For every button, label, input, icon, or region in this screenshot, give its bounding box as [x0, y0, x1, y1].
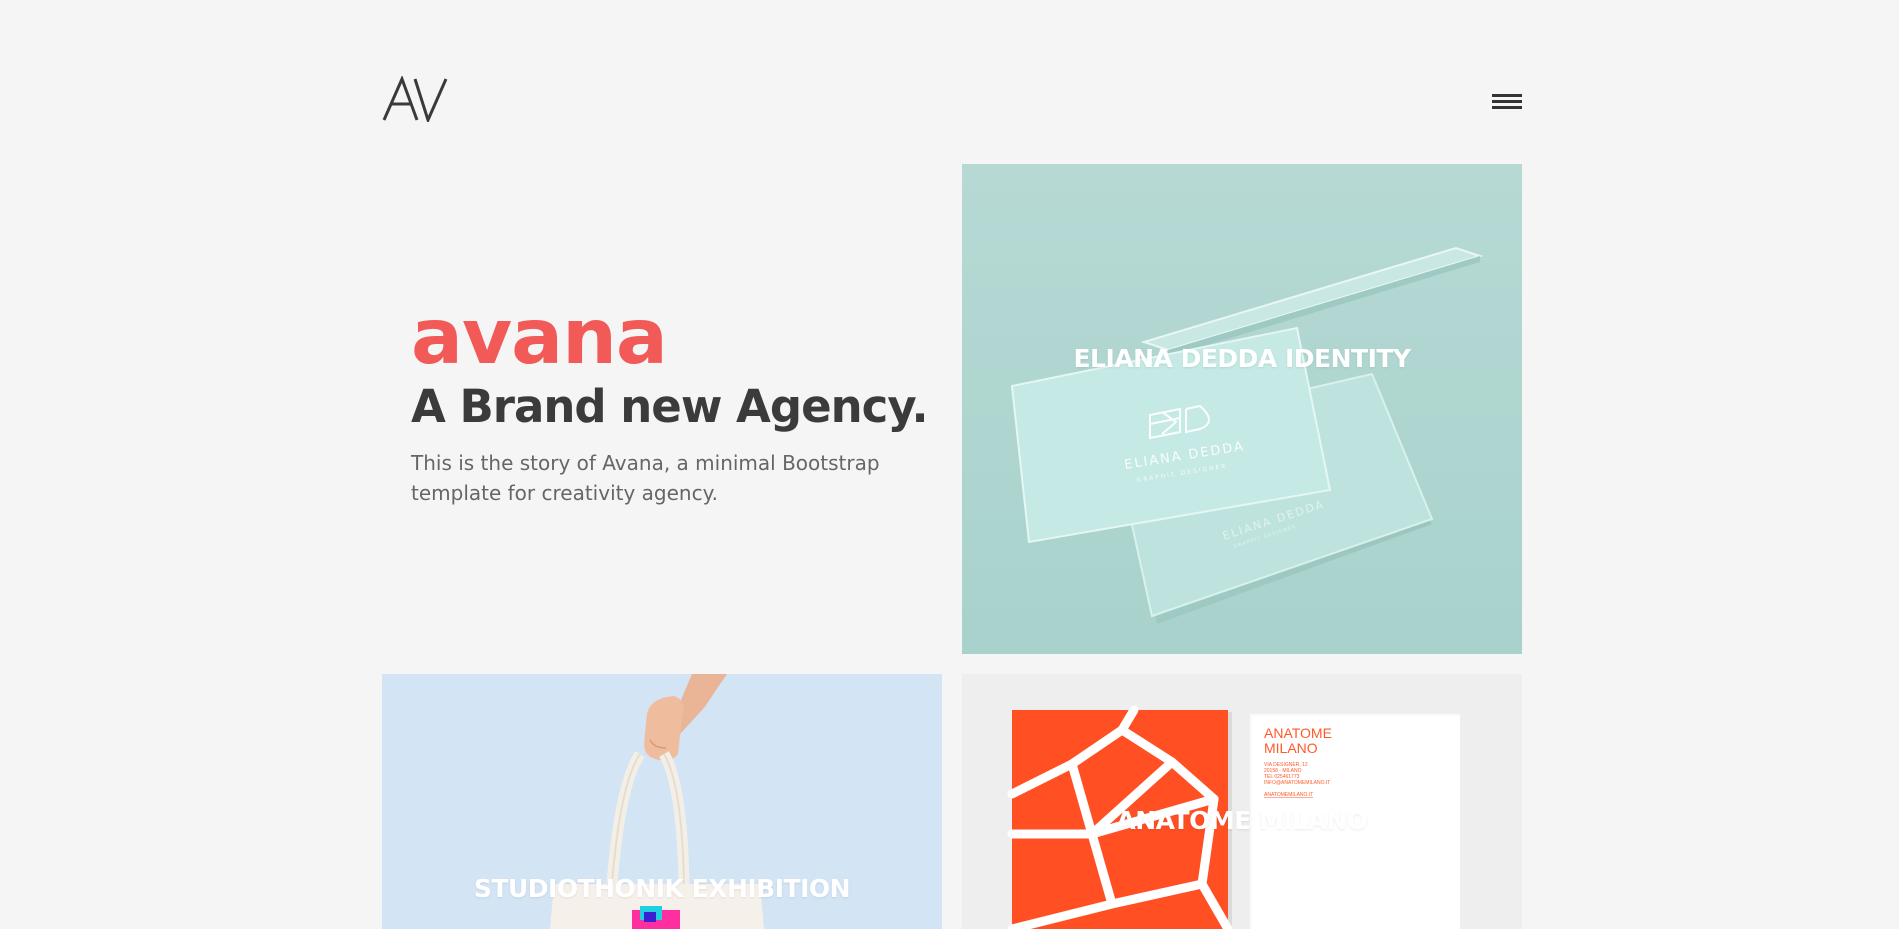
business-card-mockup-image: ELIANA DEDDA GRAPHIC DESIGNER ELIANA DED… — [1010, 246, 1484, 624]
svg-text:ANATOME: ANATOME — [1264, 725, 1332, 741]
portfolio-card-eliana[interactable]: ELIANA DEDDA GRAPHIC DESIGNER ELIANA DED… — [962, 164, 1522, 654]
hero-section: avana A Brand new Agency. This is the st… — [411, 298, 951, 508]
svg-text:INFO@ANATOMEMILANO.IT: INFO@ANATOMEMILANO.IT — [1264, 780, 1330, 786]
svg-text:ANATOMEMILANO.IT: ANATOMEMILANO.IT — [1264, 792, 1313, 798]
hero-tagline: A Brand new Agency. — [411, 380, 929, 433]
hero-description: This is the story of Avana, a minimal Bo… — [411, 451, 880, 505]
portfolio-card-anatome[interactable]: ANATOME MILANO VIA DESIGNER, 12 20158 - … — [962, 674, 1522, 929]
portfolio-title-anatome[interactable]: ANATOME MILANO — [962, 806, 1522, 835]
hero-brand-title: avana — [411, 293, 668, 382]
stationery-mockup-image: ANATOME MILANO VIA DESIGNER, 12 20158 - … — [1007, 705, 1460, 929]
portfolio-title-studiothonik[interactable]: STUDIOTHONIK EXHIBITION — [382, 874, 942, 903]
site-header — [382, 74, 1522, 125]
hamburger-menu-icon[interactable] — [1492, 94, 1522, 114]
svg-text:MILANO: MILANO — [1264, 740, 1318, 756]
portfolio-title-eliana[interactable]: ELIANA DEDDA IDENTITY — [962, 344, 1522, 373]
av-logo-icon[interactable] — [382, 74, 448, 125]
portfolio-card-studiothonik[interactable]: STUDIOTHONIK EXHIBITION — [382, 674, 942, 929]
